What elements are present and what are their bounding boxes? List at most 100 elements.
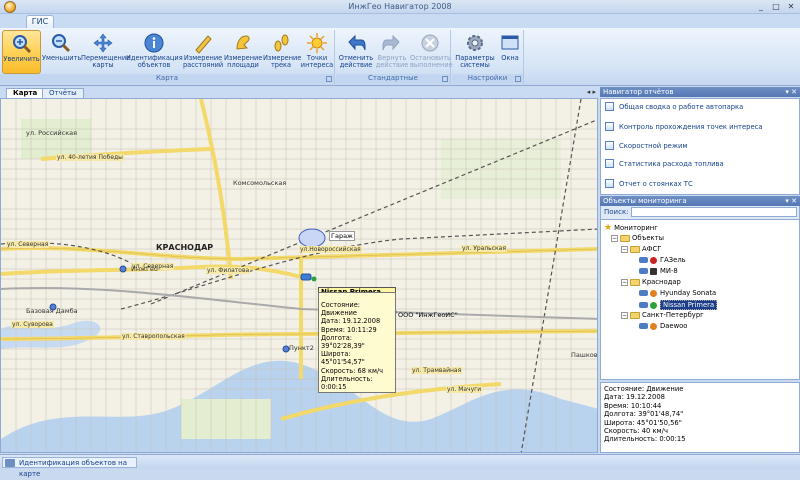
- ruler-icon: [195, 35, 212, 54]
- measure-area-button[interactable]: Измерение площади: [224, 30, 262, 74]
- tab-scroll-arrows[interactable]: ◂ ▸: [587, 88, 596, 96]
- tree-node-vehicle-selected[interactable]: Nissan Primera: [639, 300, 718, 310]
- title-bar: ИнжГео Навигатор 2008 _ □ ✕: [0, 0, 800, 14]
- tree-node-vehicle[interactable]: Daewoo: [639, 322, 687, 330]
- gear-icon: [467, 35, 483, 51]
- report-item[interactable]: Скоростной режим: [605, 141, 688, 150]
- collapse-icon[interactable]: −: [621, 245, 628, 253]
- status-orange-icon: [650, 289, 657, 297]
- group-label-standard: Стандартные: [336, 74, 450, 83]
- street-label: ул. Северная: [6, 241, 50, 248]
- folder-icon: [630, 311, 640, 319]
- ribbon-group-standard: Отменить действие Вернуть действие Остан…: [336, 30, 453, 84]
- vehicle-icon: [639, 302, 648, 308]
- pan-map-button[interactable]: Перемещение карты: [81, 30, 130, 74]
- report-icon: [605, 179, 614, 188]
- vehicle-icon: [639, 257, 648, 263]
- group-launcher-icon[interactable]: [326, 76, 332, 82]
- status-green-icon: [650, 301, 657, 309]
- system-settings-button[interactable]: Параметры системы: [454, 30, 496, 74]
- undo-button[interactable]: Отменить действие: [338, 30, 374, 74]
- area-icon: [236, 35, 250, 50]
- vehicle-icon: [639, 268, 648, 274]
- group-launcher-icon[interactable]: [515, 76, 521, 82]
- redo-button[interactable]: Вернуть действие: [375, 30, 409, 74]
- document-tabs: Карта Отчёты ◂ ▸: [0, 87, 598, 98]
- folder-icon: [630, 278, 640, 286]
- vehicle-popup: Состояние: Движение Дата: 19.12.2008 Вре…: [318, 292, 396, 394]
- close-icon[interactable]: ✕: [784, 1, 798, 12]
- tab-reports[interactable]: Отчёты: [42, 88, 84, 98]
- report-item[interactable]: Общая сводка о работе автопарка: [605, 102, 743, 111]
- street-label: ул. 40-летия Победы: [56, 154, 124, 161]
- report-item[interactable]: Статистика расхода топлива: [605, 159, 724, 168]
- maximize-icon[interactable]: □: [769, 1, 783, 12]
- windows-button[interactable]: Окна: [497, 30, 523, 74]
- measure-track-button[interactable]: Измерение трека: [263, 30, 301, 74]
- panel-pin-close-icon[interactable]: ▾ ✕: [785, 196, 797, 206]
- report-icon: [605, 102, 614, 111]
- status-icon: [650, 267, 657, 275]
- street-label: ул. Филатова: [206, 267, 251, 274]
- track-icon: [274, 34, 289, 52]
- folder-icon: [620, 234, 630, 242]
- tree-node-vehicle[interactable]: МИ-8: [639, 267, 678, 275]
- minimize-icon[interactable]: _: [754, 1, 768, 12]
- tree-node-vehicle[interactable]: ГАЗель: [639, 256, 686, 264]
- folder-icon: [630, 245, 640, 253]
- report-item[interactable]: Отчет о стоянках ТС: [605, 179, 693, 188]
- report-item[interactable]: Контроль прохождения точек интереса: [605, 122, 763, 131]
- group-launcher-icon[interactable]: [442, 76, 448, 82]
- status-bar: Идентификация объектов на карте: [0, 454, 800, 478]
- tree-node-root[interactable]: ★ Мониторинг: [604, 223, 658, 233]
- street-label: ул. Российская: [26, 129, 78, 137]
- street-label: Комсомольская: [233, 179, 287, 187]
- tree-node-objects[interactable]: − Объекты: [611, 234, 664, 242]
- tab-gis[interactable]: ГИС: [26, 15, 54, 28]
- collapse-icon[interactable]: −: [621, 311, 628, 319]
- zoom-in-button[interactable]: Увеличить: [2, 30, 41, 74]
- vehicle-marker[interactable]: [300, 273, 317, 282]
- collapse-icon[interactable]: −: [621, 278, 628, 286]
- window-controls: _ □ ✕: [753, 1, 798, 12]
- vehicle-icon: [639, 290, 648, 296]
- poi-label: Базовая Дамба: [26, 307, 78, 315]
- measure-distance-button[interactable]: Измерение расстояний: [183, 30, 223, 74]
- sun-icon: [307, 33, 327, 53]
- city-label: КРАСНОДАР: [156, 243, 214, 252]
- report-icon: [605, 159, 614, 168]
- report-icon: [605, 141, 614, 150]
- tree-node-group[interactable]: − Краснодар: [621, 278, 681, 286]
- zoom-out-icon: [52, 34, 71, 53]
- star-icon: ★: [604, 223, 613, 233]
- group-label-settings: Настройки: [452, 74, 523, 83]
- tab-map[interactable]: Карта: [6, 88, 45, 98]
- status-text: Идентификация объектов на карте: [2, 457, 137, 478]
- street-label: ул. Суворова: [11, 321, 54, 328]
- status-orange-icon: [650, 322, 657, 330]
- company-label: ООО "ИнжГеоИС": [398, 311, 458, 319]
- vehicle-icon: [639, 323, 648, 329]
- reports-panel-header: Навигатор отчётов ▾ ✕: [600, 87, 800, 97]
- ribbon-group-map: Увеличить Уменьшить Перемещение карты Ид…: [0, 30, 335, 84]
- search-label: Поиск:: [604, 208, 629, 216]
- group-label-map: Карта: [0, 74, 334, 83]
- zoom-out-button[interactable]: Уменьшить: [42, 30, 81, 74]
- ribbon-tab-strip: ГИС: [0, 14, 800, 28]
- identify-objects-button[interactable]: Идентификация объектов: [126, 30, 183, 74]
- stop-button[interactable]: Остановить выполнение: [410, 30, 453, 74]
- ribbon-group-settings: Параметры системы Окна Настройки: [452, 30, 524, 84]
- map-view[interactable]: КРАСНОДАР ул. 40-летия Победы ул. Северн…: [0, 98, 598, 453]
- zoom-in-icon: [12, 35, 31, 54]
- tree-node-group[interactable]: − Санкт-Петербург: [621, 311, 704, 319]
- street-label: ул. Мачуги: [446, 386, 483, 393]
- search-input[interactable]: [631, 207, 797, 217]
- street-label: ул.Новороссийская: [299, 246, 362, 253]
- tree-node-group[interactable]: − АФСГ: [621, 245, 661, 253]
- collapse-icon[interactable]: −: [611, 234, 618, 242]
- tree-node-vehicle[interactable]: Hyunday Sonata: [639, 289, 716, 297]
- points-of-interest-button[interactable]: Точки интереса: [300, 30, 334, 74]
- panel-pin-close-icon[interactable]: ▾ ✕: [785, 87, 797, 97]
- redo-icon: [382, 34, 400, 51]
- move-arrows-icon: [93, 33, 113, 53]
